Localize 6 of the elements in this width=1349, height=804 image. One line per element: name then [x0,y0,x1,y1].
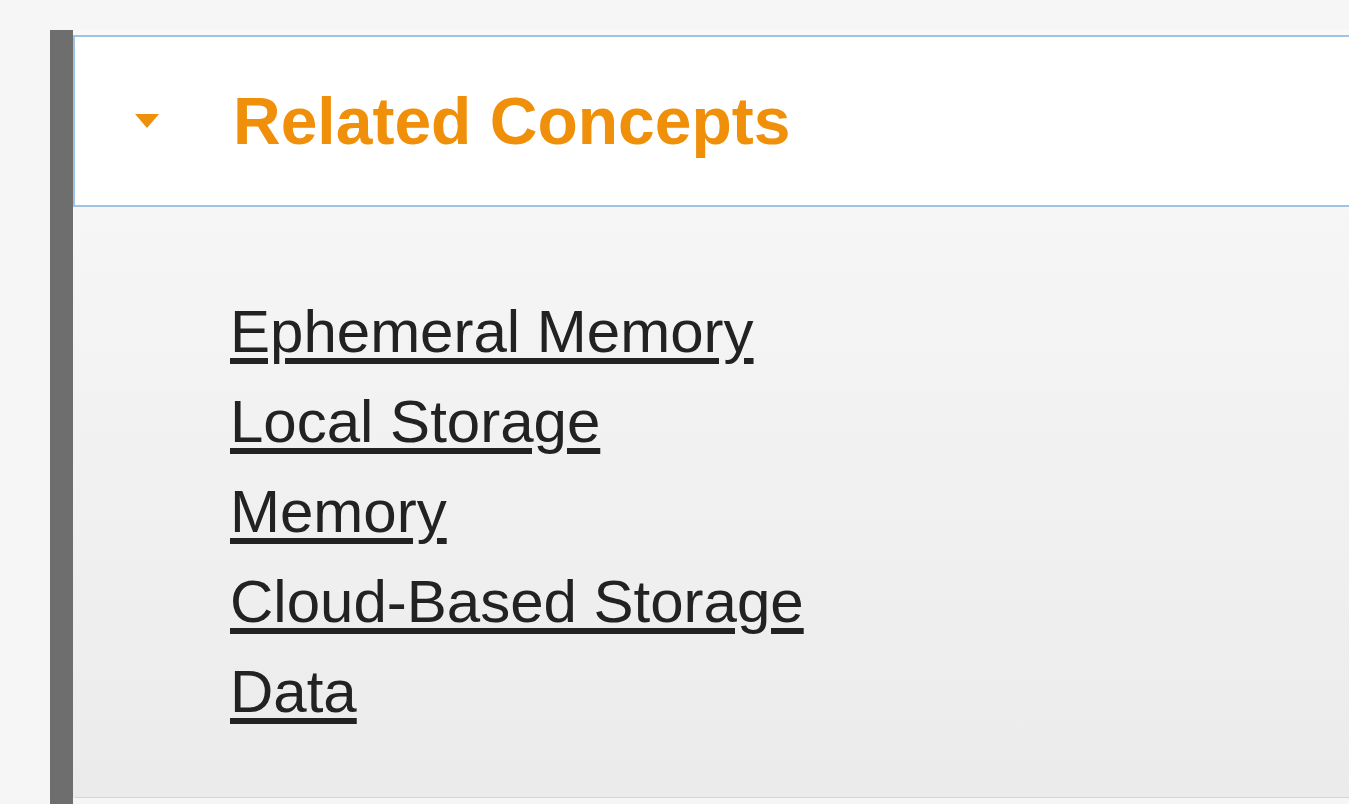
caret-icon [135,114,159,128]
concept-link[interactable]: Cloud-Based Storage [230,557,804,647]
concept-link[interactable]: Ephemeral Memory [230,287,754,377]
concept-link[interactable]: Memory [230,467,447,557]
concept-link[interactable]: Data [230,647,357,737]
concept-link[interactable]: Local Storage [230,377,601,467]
